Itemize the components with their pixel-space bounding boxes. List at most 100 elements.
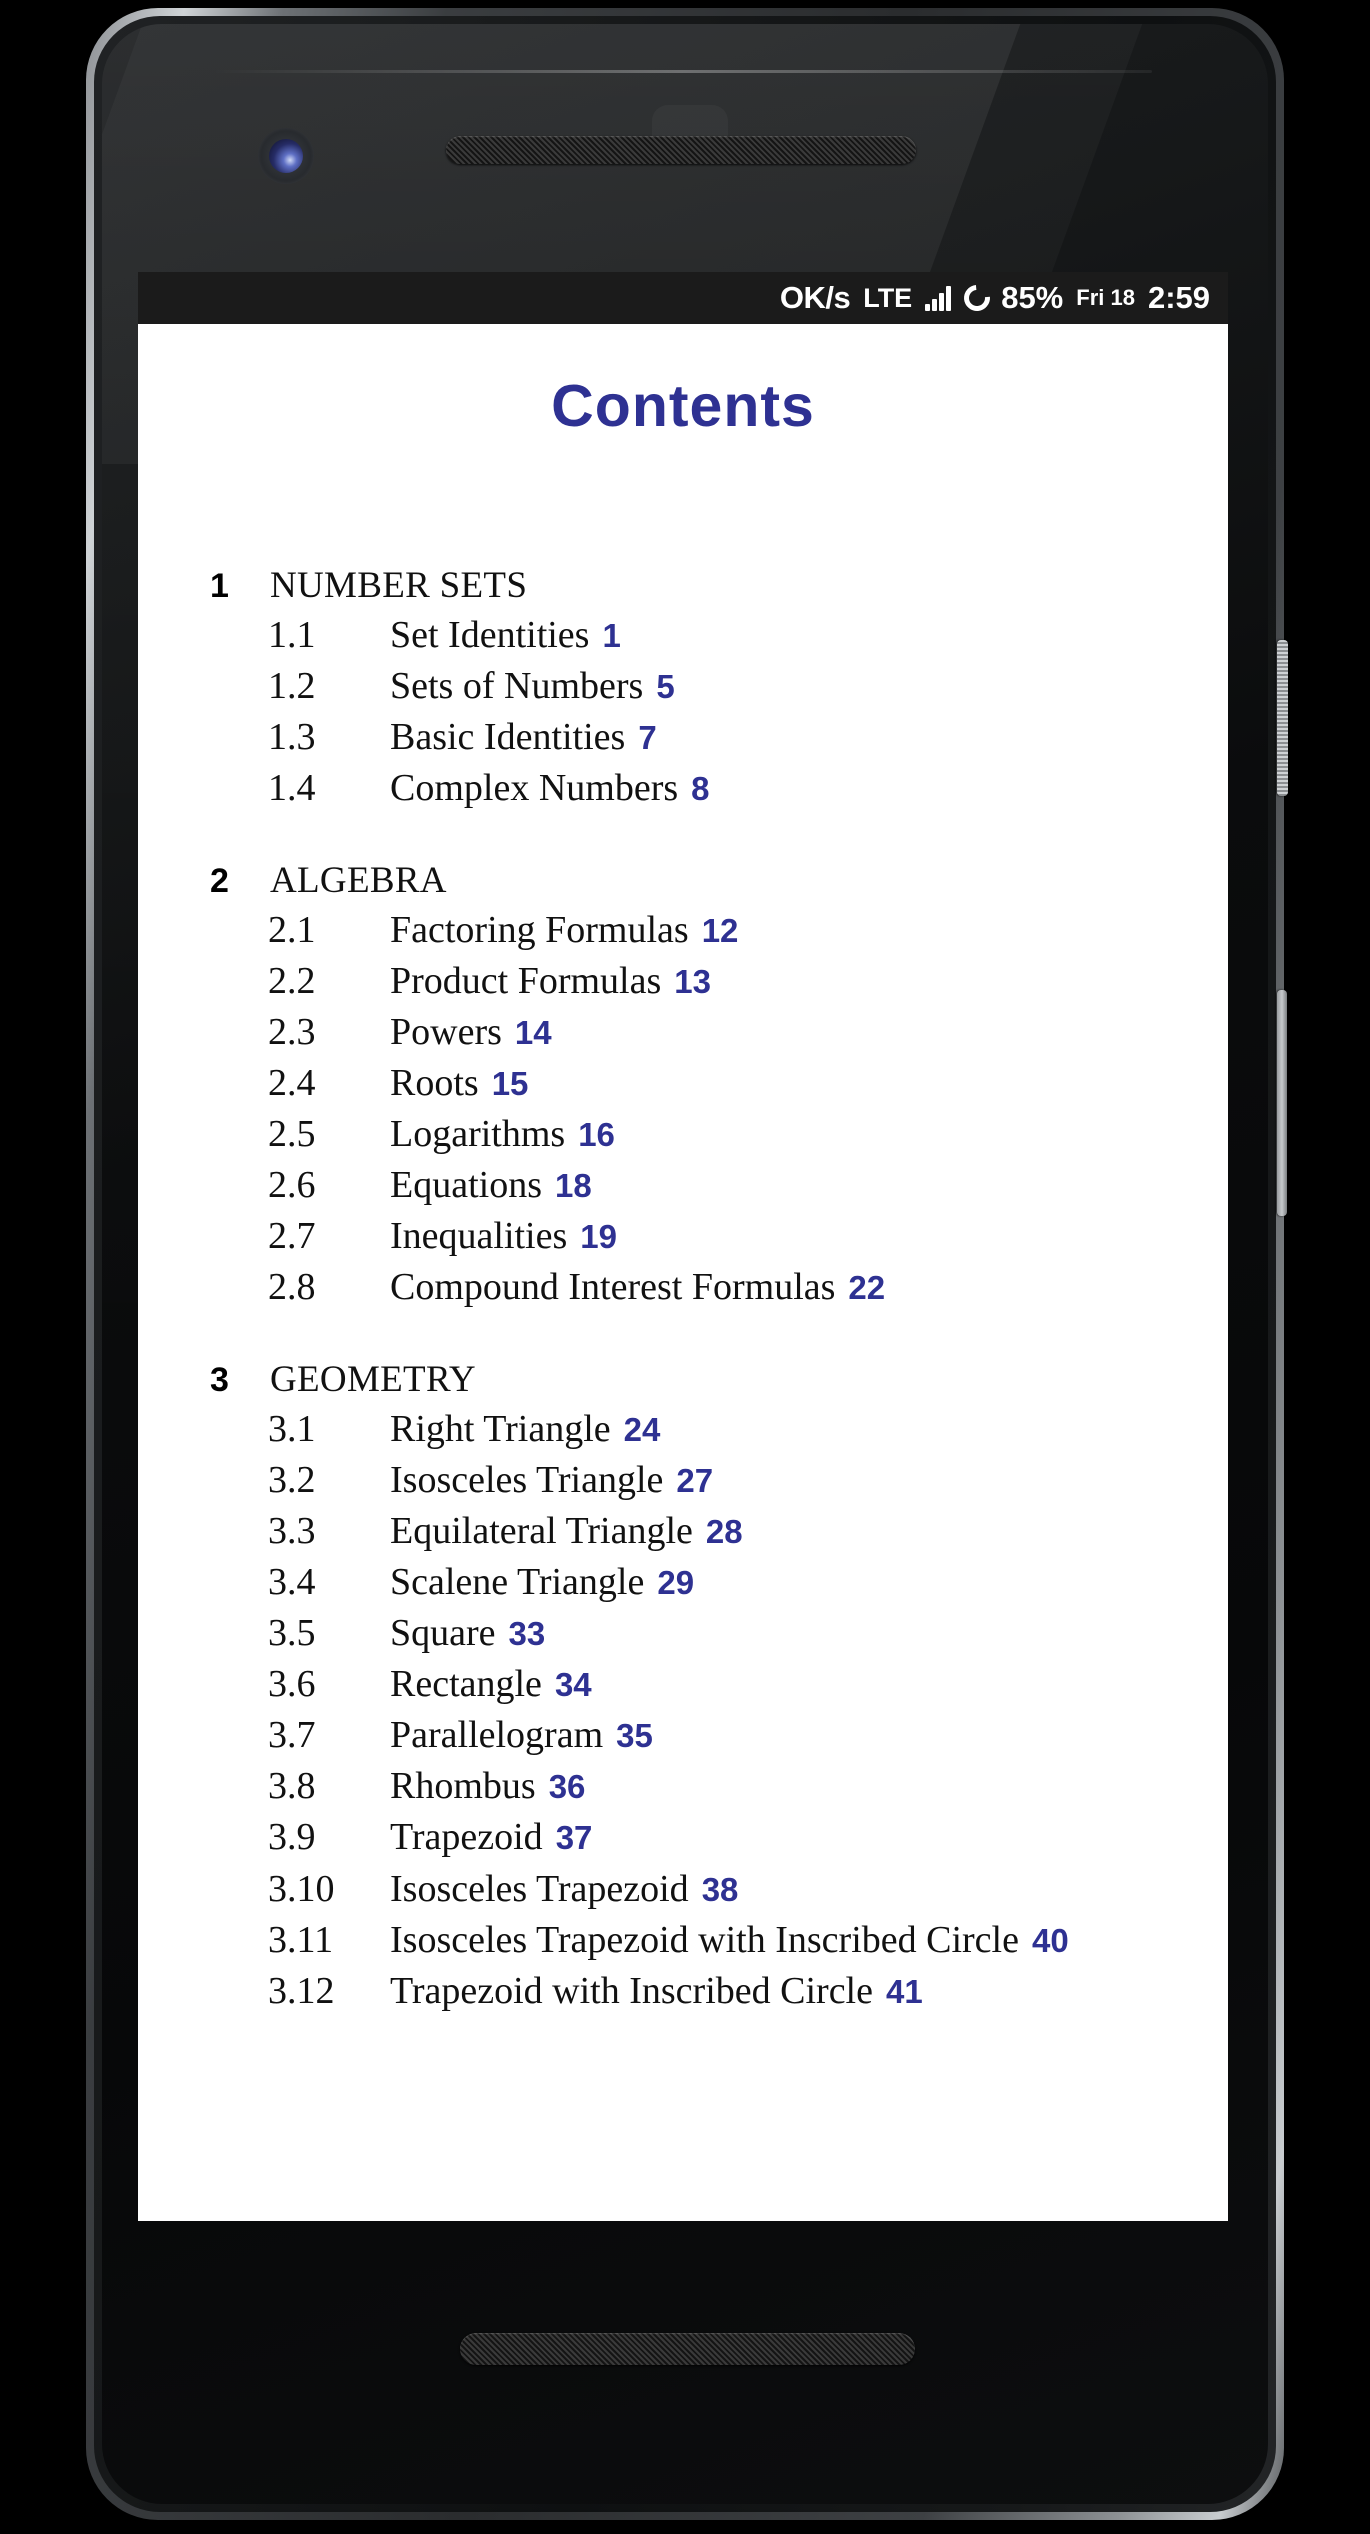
toc-section-title: Roots bbox=[390, 1061, 479, 1104]
toc-section-page-number: 36 bbox=[548, 1768, 586, 1806]
toc-chapter-heading[interactable]: 2 ALGEBRA bbox=[138, 857, 1228, 905]
toc-section-number: 3.1 bbox=[268, 1407, 316, 1450]
toc-section-number: 3.5 bbox=[268, 1612, 316, 1655]
toc-section-number: 3.11 bbox=[268, 1918, 334, 1961]
toc-section-title: Trapezoid with Inscribed Circle bbox=[390, 1969, 873, 2012]
toc-chapter-title: NUMBER SETS bbox=[270, 565, 528, 606]
toc-section-page-number: 24 bbox=[623, 1410, 661, 1448]
toc-chapter: 2 ALGEBRA 2.1 Factoring Formulas 12 2.2 Produc… bbox=[138, 857, 1228, 1314]
toc-chapter: 1 NUMBER SETS 1.1 Set Identities 1 1.2 Sets of… bbox=[138, 562, 1228, 815]
toc-chapter-number: 3 bbox=[210, 1360, 229, 1399]
toc-section-number: 1.1 bbox=[268, 614, 316, 657]
toc-section-row[interactable]: 3.9 Trapezoid 37 bbox=[138, 1812, 1228, 1863]
toc-section-page-number: 7 bbox=[638, 719, 657, 757]
bezel-top-hairline bbox=[212, 70, 1152, 73]
toc-section-row[interactable]: 3.10 Isosceles Trapezoid 38 bbox=[138, 1864, 1228, 1915]
status-bar: OK/s LTE 85% Fri 18 2:59 bbox=[138, 272, 1228, 324]
toc-section-page-number: 15 bbox=[491, 1064, 529, 1102]
sync-ring-icon bbox=[958, 279, 996, 317]
volume-rocker-button[interactable] bbox=[1277, 990, 1287, 1216]
toc-section-title: Complex Numbers bbox=[390, 767, 679, 810]
toc-section-row[interactable]: 3.6 Rectangle 34 bbox=[138, 1659, 1228, 1710]
toc-section-title: Sets of Numbers bbox=[390, 665, 644, 708]
toc-section-page-number: 28 bbox=[705, 1512, 743, 1550]
signal-bars-icon bbox=[925, 285, 952, 311]
toc-section-title: Isosceles Trapezoid bbox=[390, 1867, 689, 1910]
toc-section-row[interactable]: 1.2 Sets of Numbers 5 bbox=[138, 661, 1228, 712]
toc-section-number: 3.8 bbox=[268, 1765, 316, 1808]
toc-chapter-number: 2 bbox=[210, 861, 229, 900]
toc-chapter: 3 GEOMETRY 3.1 Right Triangle 24 3.2 Isosceles… bbox=[138, 1356, 1228, 2017]
toc-section-number: 3.12 bbox=[268, 1969, 335, 2012]
toc-section-number: 3.10 bbox=[268, 1867, 335, 1910]
toc-chapter-heading[interactable]: 3 GEOMETRY bbox=[138, 1356, 1228, 1404]
toc-section-row[interactable]: 3.11 Isosceles Trapezoid with Inscribed C… bbox=[138, 1915, 1228, 1966]
toc-section-row[interactable]: 3.3 Equilateral Triangle 28 bbox=[138, 1506, 1228, 1557]
toc-section-number: 2.3 bbox=[268, 1010, 316, 1053]
toc-chapter-title: GEOMETRY bbox=[270, 1358, 476, 1400]
toc-section-number: 2.8 bbox=[268, 1266, 316, 1309]
toc-section-row[interactable]: 3.1 Right Triangle 24 bbox=[138, 1404, 1228, 1455]
toc-section-number: 2.2 bbox=[268, 959, 316, 1002]
toc-section-row[interactable]: 3.5 Square 33 bbox=[138, 1608, 1228, 1659]
toc-section-title: Scalene Triangle bbox=[390, 1560, 645, 1603]
toc-section-page-number: 22 bbox=[848, 1269, 886, 1307]
toc-section-title: Equations bbox=[390, 1164, 542, 1207]
toc-section-number: 1.2 bbox=[268, 665, 316, 708]
toc-section-row[interactable]: 1.1 Set Identities 1 bbox=[138, 610, 1228, 661]
toc-section-title: Basic Identities bbox=[390, 716, 626, 759]
toc-section-number: 1.4 bbox=[268, 767, 316, 810]
toc-section-number: 2.6 bbox=[268, 1164, 316, 1207]
toc-section-row[interactable]: 3.4 Scalene Triangle 29 bbox=[138, 1557, 1228, 1608]
toc-section-page-number: 14 bbox=[514, 1013, 552, 1051]
toc-section-number: 3.2 bbox=[268, 1458, 316, 1501]
toc-section-page-number: 12 bbox=[701, 911, 739, 949]
toc-section-page-number: 34 bbox=[554, 1666, 592, 1704]
toc-section-page-number: 37 bbox=[555, 1819, 593, 1857]
toc-section-row[interactable]: 2.3 Powers 14 bbox=[138, 1007, 1228, 1058]
toc-section-row[interactable]: 2.8 Compound Interest Formulas 22 bbox=[138, 1262, 1228, 1313]
toc-section-title: Isosceles Triangle bbox=[390, 1458, 664, 1501]
toc-section-row[interactable]: 2.6 Equations 18 bbox=[138, 1160, 1228, 1211]
toc-section-title: Rhombus bbox=[390, 1765, 536, 1808]
toc-section-title: Compound Interest Formulas bbox=[390, 1266, 836, 1309]
toc-section-row[interactable]: 2.7 Inequalities 19 bbox=[138, 1211, 1228, 1262]
toc-section-page-number: 8 bbox=[691, 770, 710, 808]
toc-chapter-number: 1 bbox=[210, 567, 229, 605]
toc-section-row[interactable]: 3.7 Parallelogram 35 bbox=[138, 1710, 1228, 1761]
phone-mockup: OK/s LTE 85% Fri 18 2:59 Contents 1 NUMBE… bbox=[0, 0, 1370, 2534]
toc-section-title: Set Identities bbox=[390, 614, 590, 657]
toc-section-number: 2.5 bbox=[268, 1113, 316, 1156]
toc-section-row[interactable]: 1.3 Basic Identities 7 bbox=[138, 712, 1228, 763]
toc-section-row[interactable]: 2.2 Product Formulas 13 bbox=[138, 956, 1228, 1007]
toc-section-title: Logarithms bbox=[390, 1113, 566, 1156]
toc-chapter-title: ALGEBRA bbox=[270, 859, 447, 901]
toc-section-row[interactable]: 3.12 Trapezoid with Inscribed Circle 41 bbox=[138, 1966, 1228, 2017]
toc-section-page-number: 5 bbox=[656, 668, 675, 706]
toc-section-title: Rectangle bbox=[390, 1663, 542, 1706]
toc-section-page-number: 27 bbox=[676, 1461, 714, 1499]
toc-section-row[interactable]: 2.4 Roots 15 bbox=[138, 1058, 1228, 1109]
toc-section-number: 2.1 bbox=[268, 908, 316, 951]
toc-section-page-number: 29 bbox=[657, 1563, 695, 1601]
toc-section-page-number: 19 bbox=[580, 1218, 617, 1256]
toc-section-row[interactable]: 2.1 Factoring Formulas 12 bbox=[138, 905, 1228, 956]
toc-section-page-number: 40 bbox=[1031, 1921, 1069, 1959]
toc-section-row[interactable]: 1.4 Complex Numbers 8 bbox=[138, 763, 1228, 814]
toc-section-title: Isosceles Trapezoid with Inscribed Circl… bbox=[390, 1918, 1019, 1961]
status-date-text: Fri 18 bbox=[1076, 285, 1135, 310]
toc-section-title: Right Triangle bbox=[390, 1407, 611, 1450]
toc-section-title: Parallelogram bbox=[390, 1714, 604, 1757]
toc-section-row[interactable]: 2.5 Logarithms 16 bbox=[138, 1109, 1228, 1160]
battery-percent-text: 85% bbox=[1001, 280, 1064, 315]
earpiece-speaker-grille-icon bbox=[446, 136, 916, 164]
status-time-text: 2:59 bbox=[1147, 280, 1210, 315]
document-page[interactable]: Contents 1 NUMBER SETS 1.1 Set Identities 1 1… bbox=[138, 324, 1228, 2221]
toc-section-row[interactable]: 3.2 Isosceles Triangle 27 bbox=[138, 1455, 1228, 1506]
toc-section-title: Product Formulas bbox=[390, 959, 662, 1002]
toc-section-title: Powers bbox=[390, 1010, 502, 1053]
toc-section-row[interactable]: 3.8 Rhombus 36 bbox=[138, 1761, 1228, 1812]
toc-chapter-heading[interactable]: 1 NUMBER SETS bbox=[138, 562, 1228, 610]
power-button[interactable] bbox=[1277, 640, 1288, 796]
toc-section-number: 1.3 bbox=[268, 716, 316, 759]
